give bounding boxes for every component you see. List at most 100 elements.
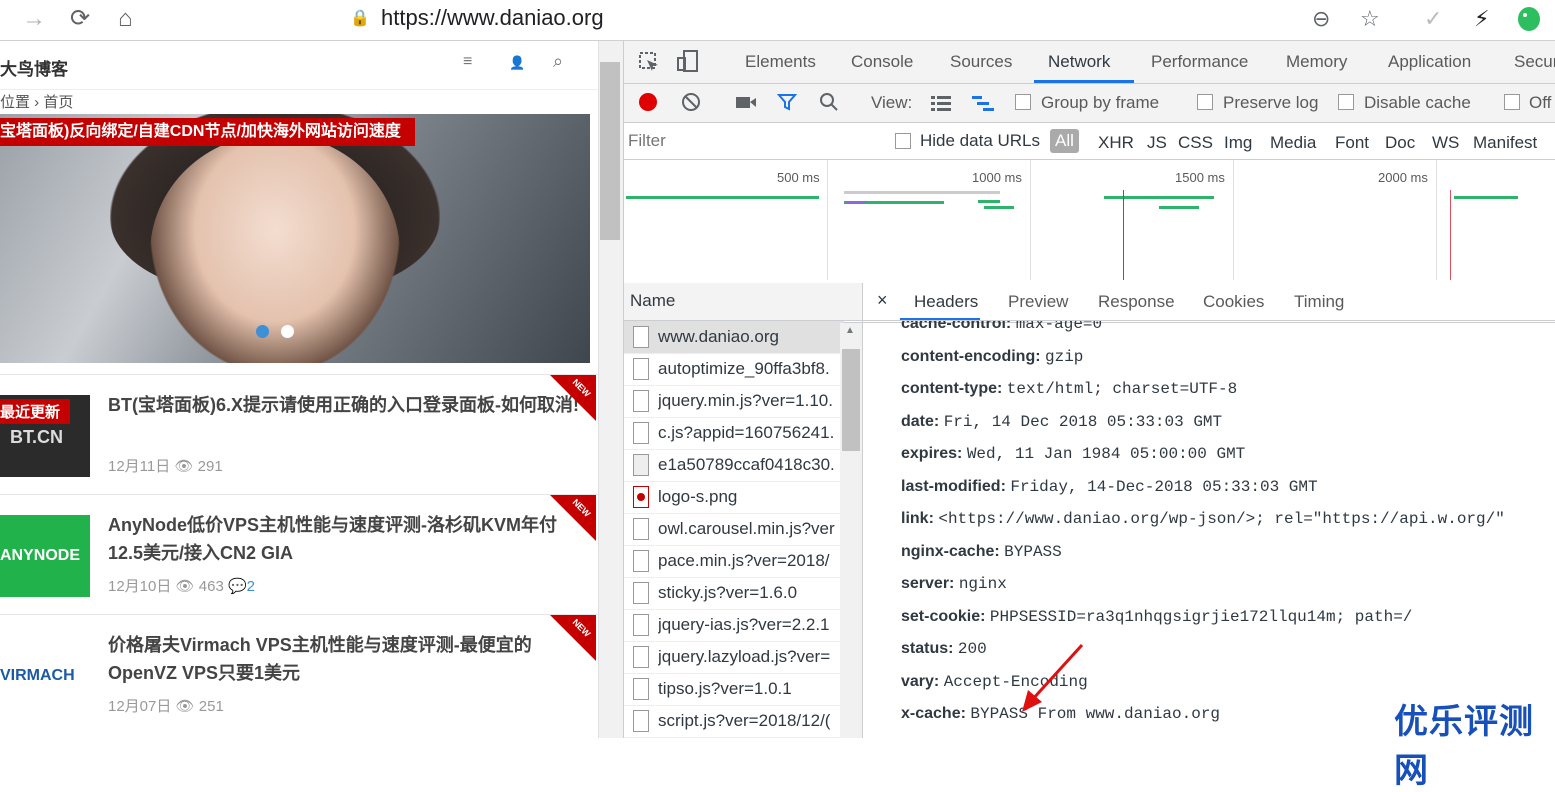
filter-type-media[interactable]: Media — [1270, 133, 1316, 153]
post-thumbnail[interactable]: VIRMACH — [0, 635, 90, 717]
star-icon[interactable]: ☆ — [1360, 4, 1380, 34]
tab-elements[interactable]: Elements — [745, 52, 816, 72]
waterfall-overview-icon[interactable] — [971, 94, 995, 112]
recent-update-badge: 最近更新 — [0, 399, 71, 424]
zoom-icon[interactable]: ⊖ — [1312, 4, 1330, 34]
search-icon[interactable] — [818, 91, 840, 113]
name-column-header[interactable]: Name — [624, 283, 863, 321]
screenshot-camera-icon[interactable] — [735, 94, 757, 110]
clear-icon[interactable] — [681, 92, 701, 112]
request-row[interactable]: tipso.js?ver=1.0.1 — [624, 673, 844, 706]
hide-data-urls-checkbox[interactable] — [895, 133, 911, 149]
disable-cache-checkbox[interactable] — [1338, 94, 1354, 110]
filter-type-manifest[interactable]: Manifest — [1473, 133, 1537, 153]
request-detail-tabbar: × Headers Preview Response Cookies Timin… — [863, 283, 1555, 321]
post-title[interactable]: 价格屠夫Virmach VPS主机性能与速度评测-最便宜的OpenVZ VPS只… — [108, 631, 583, 687]
tab-security[interactable]: Secur — [1514, 52, 1555, 72]
request-row[interactable]: autoptimize_90ffa3bf8. — [624, 353, 844, 386]
active-detail-tab-indicator — [900, 318, 980, 320]
slider-dot[interactable] — [281, 325, 294, 338]
url-text[interactable]: https://www.daniao.org — [381, 3, 604, 33]
forward-icon[interactable]: → — [22, 4, 46, 34]
device-toolbar-icon[interactable] — [676, 49, 700, 73]
tab-timing[interactable]: Timing — [1294, 292, 1344, 312]
post-title[interactable]: AnyNode低价VPS主机性能与速度评测-洛杉矶KVM年付12.5美元/接入C… — [108, 511, 583, 567]
request-row[interactable]: logo-s.png — [624, 481, 844, 514]
home-icon[interactable]: ⌂ — [118, 4, 133, 34]
file-icon — [633, 390, 649, 412]
tab-response[interactable]: Response — [1098, 292, 1175, 312]
bolt-extension-icon[interactable]: ⚡ — [1474, 4, 1489, 34]
record-icon[interactable] — [638, 92, 658, 112]
request-row[interactable]: www.daniao.org — [624, 321, 844, 354]
reload-icon[interactable]: ⟳ — [70, 4, 90, 34]
address-bar[interactable]: 🔒 https://www.daniao.org — [166, 0, 1396, 34]
filter-type-js[interactable]: JS — [1147, 133, 1167, 153]
request-list-scroll-thumb[interactable] — [842, 349, 860, 451]
large-rows-icon[interactable] — [930, 94, 952, 112]
request-row[interactable]: script.js?ver=2018/12/( — [624, 705, 844, 738]
header-row: content-type: text/html; charset=UTF-8 — [901, 380, 1237, 398]
menu-icon[interactable]: ≡ — [463, 53, 472, 71]
filter-type-xhr[interactable]: XHR — [1098, 133, 1134, 153]
search-icon[interactable]: ⌕ — [553, 51, 563, 72]
site-title[interactable]: 大鸟博客 — [0, 55, 68, 80]
tab-headers[interactable]: Headers — [914, 292, 978, 312]
filter-type-img[interactable]: Img — [1224, 133, 1252, 153]
filter-type-font[interactable]: Font — [1335, 133, 1369, 153]
request-row[interactable]: jquery-ias.js?ver=2.2.1 — [624, 609, 844, 642]
filter-type-all[interactable]: All — [1050, 129, 1079, 153]
check-extension-icon[interactable]: ✓ — [1424, 4, 1442, 34]
hero-slider[interactable]: 宝塔面板)反向绑定/自建CDN节点/加快海外网站访问速度 — [0, 114, 590, 363]
post-title[interactable]: BT(宝塔面板)6.X提示请使用正确的入口登录面板-如何取消! — [108, 391, 583, 419]
tab-performance[interactable]: Performance — [1151, 52, 1248, 72]
file-icon — [633, 710, 649, 732]
page-scrollbar-thumb[interactable] — [600, 62, 620, 240]
request-row[interactable]: pace.min.js?ver=2018/ — [624, 545, 844, 578]
filter-type-doc[interactable]: Doc — [1385, 133, 1415, 153]
post-date: 12月11日 — [108, 458, 171, 475]
tab-application[interactable]: Application — [1388, 52, 1471, 72]
tab-sources[interactable]: Sources — [950, 52, 1012, 72]
header-value: max-age=0 — [1015, 321, 1103, 333]
tab-memory[interactable]: Memory — [1286, 52, 1347, 72]
preserve-log-checkbox[interactable] — [1197, 94, 1213, 110]
post-item[interactable]: ANYNODE AnyNode低价VPS主机性能与速度评测-洛杉矶KVM年付12… — [0, 494, 598, 613]
request-row[interactable]: jquery.lazyload.js?ver= — [624, 641, 844, 674]
evernote-extension-icon[interactable] — [1516, 4, 1542, 32]
slider-dot-active[interactable] — [256, 325, 269, 338]
offline-label: Off — [1529, 93, 1552, 112]
tab-network[interactable]: Network — [1048, 52, 1110, 72]
request-name: www.daniao.org — [658, 327, 779, 346]
hero-caption[interactable]: 宝塔面板)反向绑定/自建CDN节点/加快海外网站访问速度 — [0, 118, 415, 146]
close-icon[interactable]: × — [877, 290, 888, 311]
user-icon[interactable]: 👤 — [509, 55, 525, 71]
tab-console[interactable]: Console — [851, 52, 913, 72]
filter-funnel-icon[interactable] — [777, 92, 797, 112]
scroll-up-icon[interactable]: ▲ — [845, 325, 855, 336]
filter-input[interactable] — [626, 128, 874, 154]
filter-type-css[interactable]: CSS — [1178, 133, 1213, 153]
header-row: nginx-cache: BYPASS — [901, 543, 1062, 561]
request-row[interactable]: c.js?appid=160756241. — [624, 417, 844, 450]
request-row[interactable]: e1a50789ccaf0418c30. — [624, 449, 844, 482]
request-row[interactable]: owl.carousel.min.js?ver — [624, 513, 844, 546]
post-item[interactable]: BT.CN 最近更新 BT(宝塔面板)6.X提示请使用正确的入口登录面板-如何取… — [0, 374, 598, 493]
thumbnail-text: BT.CN — [10, 427, 63, 447]
comment-count[interactable]: 2 — [247, 578, 255, 595]
post-thumbnail[interactable]: ANYNODE — [0, 515, 90, 597]
group-by-frame-label: Group by frame — [1041, 93, 1160, 112]
request-name: e1a50789ccaf0418c30. — [658, 455, 835, 474]
header-row: set-cookie: PHPSESSID=ra3q1nhqgsigrjie17… — [901, 608, 1412, 626]
request-row[interactable]: sticky.js?ver=1.6.0 — [624, 577, 844, 610]
tab-cookies[interactable]: Cookies — [1203, 292, 1264, 312]
inspect-element-icon[interactable] — [638, 51, 660, 73]
post-item[interactable]: VIRMACH 价格屠夫Virmach VPS主机性能与速度评测-最便宜的Ope… — [0, 614, 598, 733]
waterfall-bar — [1104, 196, 1214, 199]
request-row[interactable]: jquery.min.js?ver=1.10. — [624, 385, 844, 418]
thumbnail-text: VIRMACH — [0, 667, 75, 684]
filter-type-ws[interactable]: WS — [1432, 133, 1459, 153]
offline-checkbox[interactable] — [1504, 94, 1520, 110]
group-by-frame-checkbox[interactable] — [1015, 94, 1031, 110]
tab-preview[interactable]: Preview — [1008, 292, 1068, 312]
